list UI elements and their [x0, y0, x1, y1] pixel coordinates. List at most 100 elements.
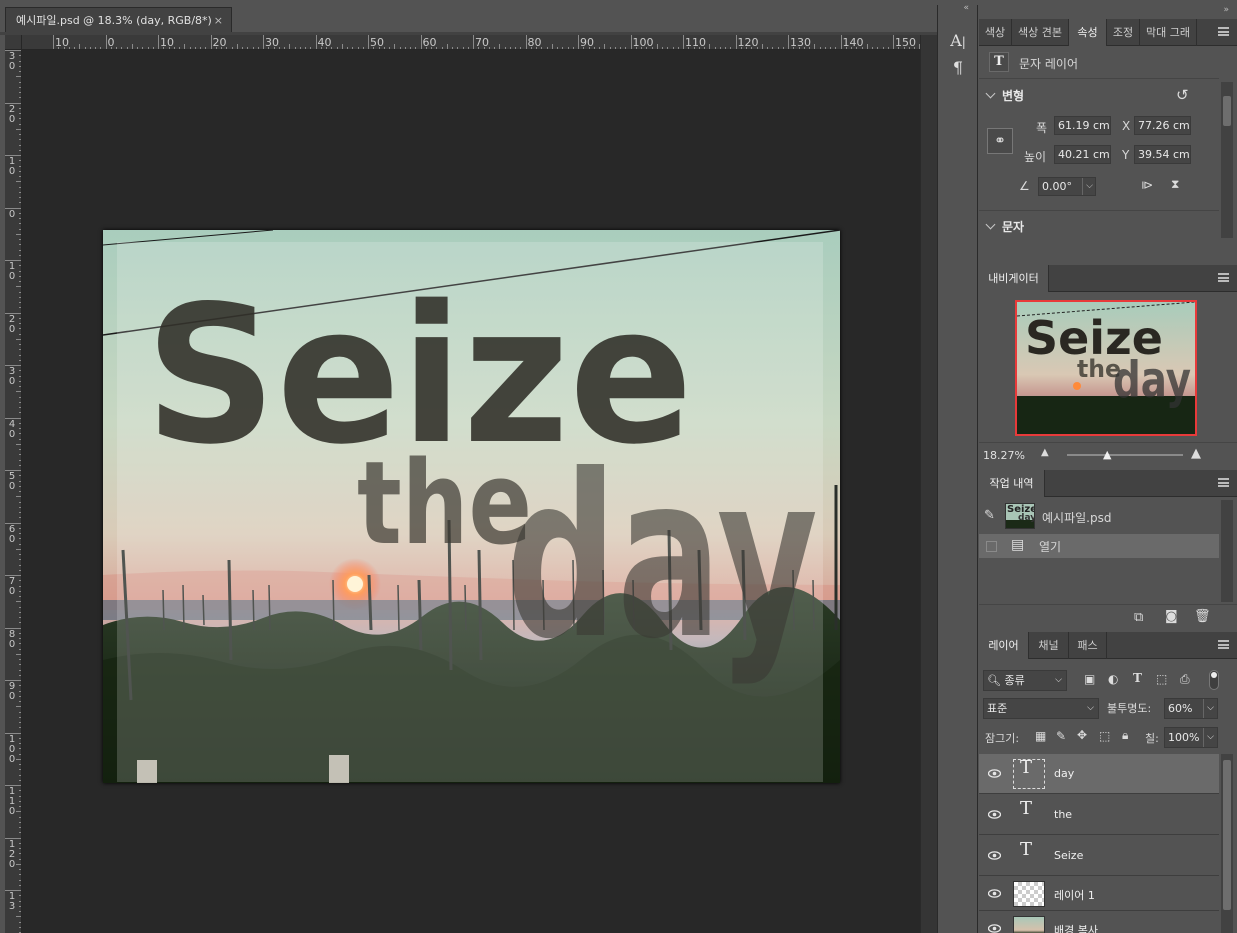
tab-adjustments[interactable]: 조정 — [1107, 19, 1140, 46]
canvas-vertical-scrollbar[interactable] — [920, 35, 937, 933]
transparent-layer-thumb — [1013, 881, 1045, 907]
tab-paths[interactable]: 패스 — [1069, 632, 1107, 659]
visibility-eye-icon[interactable] — [988, 809, 1001, 820]
tab-color[interactable]: 색상 — [979, 19, 1012, 46]
ruler-origin[interactable] — [5, 35, 22, 50]
flip-horizontal-icon[interactable]: ⧐ — [1141, 178, 1153, 192]
opacity-value: 60% — [1168, 702, 1193, 715]
layer-row-layer1[interactable]: 레이어 1 — [979, 877, 1219, 911]
angle-field[interactable]: 0.00° ⌵ — [1038, 177, 1096, 196]
lock-image-icon[interactable]: ✎ — [1056, 729, 1066, 743]
horizontal-ruler[interactable]: 10 0 10 20 30 40 50 60 70 80 90 100 110 120 130 140 150 — [22, 35, 920, 50]
new-document-from-state-icon[interactable]: ⧉ — [1134, 610, 1143, 625]
lock-position-icon[interactable]: ✥ — [1077, 728, 1087, 742]
opacity-chevron-icon[interactable]: ⌵ — [1203, 699, 1214, 718]
zoom-out-icon[interactable]: ▲ — [1041, 447, 1049, 458]
filter-shape-icon[interactable]: ⬚ — [1156, 672, 1167, 686]
opacity-field[interactable]: 60% ⌵ — [1164, 698, 1218, 719]
layer-name[interactable]: the — [1054, 808, 1072, 821]
close-tab-icon[interactable]: × — [214, 8, 223, 33]
tab-history[interactable]: 작업 내역 — [979, 470, 1045, 497]
tab-histogram[interactable]: 막대 그래 — [1140, 19, 1197, 46]
visibility-eye-icon[interactable] — [988, 850, 1001, 861]
layers-scroll-thumb[interactable] — [1223, 760, 1231, 910]
visibility-eye-icon[interactable] — [988, 768, 1001, 779]
paragraph-panel-icon[interactable]: ¶ — [947, 57, 969, 79]
properties-scroll-thumb[interactable] — [1223, 96, 1231, 126]
x-field[interactable]: 77.26 cm — [1134, 116, 1191, 135]
filter-type-icon[interactable]: T — [1133, 671, 1142, 685]
history-scrollbar[interactable] — [1221, 500, 1233, 602]
x-label: X — [1122, 119, 1131, 133]
camera-snapshot-icon[interactable]: ◙ — [1165, 609, 1178, 624]
mini-panel-dock: « A| ¶ — [937, 3, 978, 933]
tab-layers[interactable]: 레이어 — [979, 632, 1029, 659]
layer-name[interactable]: 레이어 1 — [1054, 887, 1095, 903]
blend-mode-select[interactable]: 표준 ⌵ — [983, 698, 1099, 719]
height-field[interactable]: 40.21 cm — [1054, 145, 1111, 164]
document-canvas[interactable]: Seize the day — [103, 230, 840, 783]
transform-title: 변형 — [1002, 89, 1025, 103]
ruler-top-label: 30 — [265, 36, 279, 49]
filter-adjustment-icon[interactable]: ◐ — [1108, 672, 1118, 686]
tab-swatches[interactable]: 색상 견본 — [1012, 19, 1069, 46]
link-dimensions-icon[interactable]: ⚭ — [987, 128, 1013, 154]
properties-scrollbar[interactable] — [1221, 82, 1233, 238]
day-text[interactable]: day — [506, 427, 818, 689]
fill-field[interactable]: 100% ⌵ — [1164, 727, 1218, 748]
ruler-top-label: 50 — [370, 36, 384, 49]
lock-transparent-icon[interactable]: ▦ — [1035, 729, 1046, 743]
zoom-slider-track[interactable] — [1067, 454, 1183, 456]
flip-vertical-icon[interactable]: ⧗ — [1171, 177, 1179, 192]
history-brush-icon[interactable]: ✎ — [984, 508, 995, 523]
layer-row-background-copy[interactable]: 배경 복사 — [979, 912, 1219, 933]
layer-filter-select[interactable]: 🔍︎ 종류 ⌵ — [983, 670, 1067, 691]
trash-icon[interactable]: 🗑 — [1194, 609, 1211, 624]
fill-chevron-icon[interactable]: ⌵ — [1203, 728, 1214, 747]
history-menu-icon[interactable] — [1218, 478, 1229, 487]
layer-name[interactable]: day — [1054, 767, 1074, 780]
angle-value: 0.00° — [1042, 180, 1072, 193]
visibility-eye-icon[interactable] — [988, 888, 1001, 899]
tab-properties[interactable]: 속성 — [1069, 19, 1107, 46]
tab-channels[interactable]: 채널 — [1029, 632, 1069, 659]
width-field[interactable]: 61.19 cm — [1054, 116, 1111, 135]
filter-toggle[interactable] — [1209, 670, 1219, 690]
angle-dropdown-icon[interactable]: ⌵ — [1082, 178, 1093, 195]
layer-row-the[interactable]: T the — [979, 795, 1219, 835]
y-field[interactable]: 39.54 cm — [1134, 145, 1191, 164]
history-snapshot-row[interactable]: ✎ Seize day 예시파일.psd — [979, 500, 1219, 534]
angle-icon: ∠ — [1019, 179, 1030, 193]
layer-name[interactable]: 배경 복사 — [1054, 922, 1098, 933]
character-panel-icon[interactable]: A| — [947, 30, 969, 52]
ruler-left-label: 1 3 — [8, 891, 16, 912]
snapshot-thumbnail: Seize day — [1005, 503, 1035, 529]
layer-row-seize[interactable]: T Seize — [979, 836, 1219, 876]
filter-pixel-icon[interactable]: ▣ — [1084, 672, 1095, 686]
layer-row-day[interactable]: T day — [979, 754, 1219, 794]
reset-transform-icon[interactable]: ↺ — [1176, 86, 1189, 104]
panel-menu-icon[interactable] — [1218, 27, 1229, 36]
filter-toggle-knob — [1211, 672, 1217, 678]
collapse-panels-icon[interactable]: » — [1223, 5, 1229, 15]
zoom-slider-thumb[interactable]: ▲ — [1103, 448, 1111, 461]
text-section-header[interactable]: 문자 — [985, 218, 1024, 235]
visibility-eye-icon[interactable] — [988, 923, 1001, 933]
navigator-menu-icon[interactable] — [1218, 273, 1229, 282]
navigator-zoom-value[interactable]: 18.27% — [983, 449, 1025, 462]
layers-menu-icon[interactable] — [1218, 640, 1229, 649]
lock-all-icon[interactable]: 🔒︎ — [1122, 728, 1128, 743]
zoom-in-icon[interactable]: ▲ — [1191, 446, 1201, 461]
history-step-row[interactable]: ▤ 열기 — [979, 534, 1219, 558]
layers-scrollbar[interactable] — [1221, 754, 1233, 933]
collapse-dock-icon[interactable]: « — [963, 3, 969, 13]
tab-navigator[interactable]: 내비게이터 — [979, 265, 1049, 292]
lock-artboard-icon[interactable]: ⬚ — [1099, 729, 1110, 743]
layer-name[interactable]: Seize — [1054, 849, 1083, 862]
filter-smart-object-icon[interactable]: ⎙ — [1180, 672, 1190, 687]
vertical-ruler[interactable]: 3 0 2 0 1 0 0 1 0 2 0 3 0 4 0 5 0 6 0 7 0 8 0 9 0 1 0… — [5, 50, 22, 933]
history-step-checkbox[interactable] — [986, 541, 997, 552]
navigator-preview[interactable]: Seize the day — [1015, 300, 1197, 436]
transform-section-header[interactable]: 변형 — [985, 87, 1025, 104]
document-tab[interactable]: 예시파일.psd @ 18.3% (day, RGB/8*) × — [5, 7, 232, 33]
